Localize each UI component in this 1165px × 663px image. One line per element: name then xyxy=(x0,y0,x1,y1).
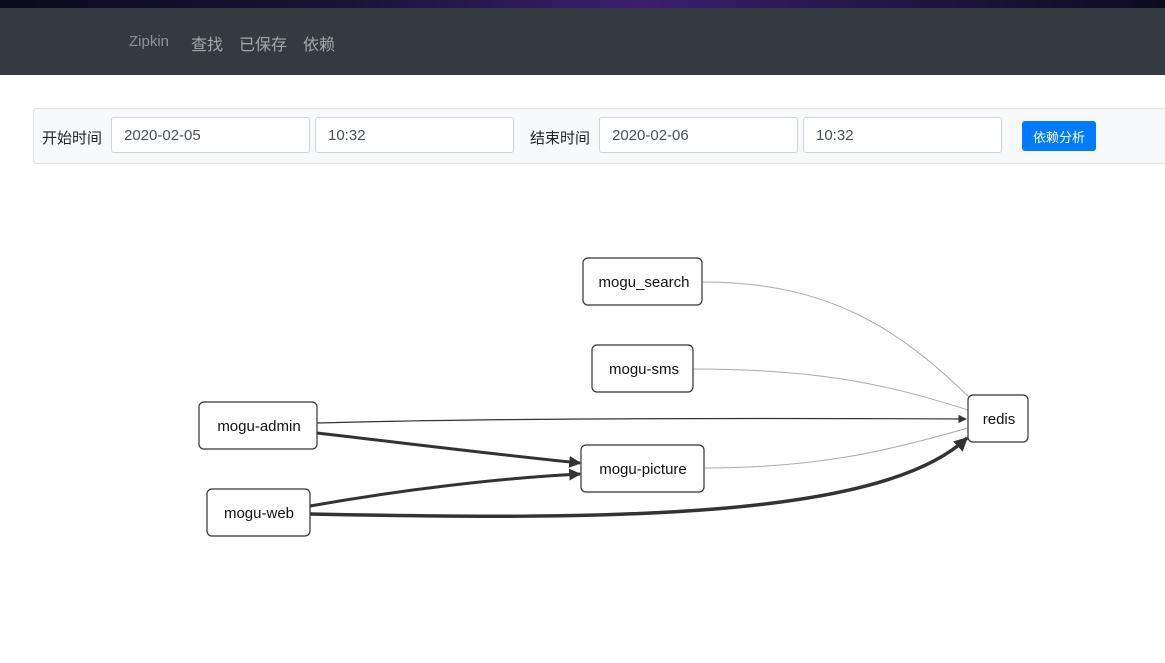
node-mogu_search[interactable]: mogu_search xyxy=(582,257,703,306)
svg-text:mogu-sms: mogu-sms xyxy=(609,361,679,378)
edge-mogu_search-redis xyxy=(702,281,971,399)
node-mogu-sms[interactable]: mogu-sms xyxy=(591,344,694,393)
svg-text:mogu-picture: mogu-picture xyxy=(599,461,687,478)
node-redis[interactable]: redis xyxy=(967,394,1029,443)
node-mogu-admin[interactable]: mogu-admin xyxy=(198,401,318,450)
edge-mogu-web-mogu-picture xyxy=(309,468,582,508)
edge-mogu-admin-mogu-picture xyxy=(316,431,582,468)
svg-text:mogu-web: mogu-web xyxy=(224,505,294,522)
node-mogu-web[interactable]: mogu-web xyxy=(206,488,311,537)
edge-mogu-admin-redis xyxy=(316,414,967,424)
edge-mogu-sms-redis xyxy=(692,368,969,411)
node-mogu-picture[interactable]: mogu-picture xyxy=(580,444,705,493)
svg-text:redis: redis xyxy=(983,411,1016,428)
svg-text:mogu_search: mogu_search xyxy=(599,274,690,291)
svg-text:mogu-admin: mogu-admin xyxy=(217,418,300,435)
dependency-graph: mogu_search mogu-sms mogu-admin mogu-pic… xyxy=(198,257,1029,537)
